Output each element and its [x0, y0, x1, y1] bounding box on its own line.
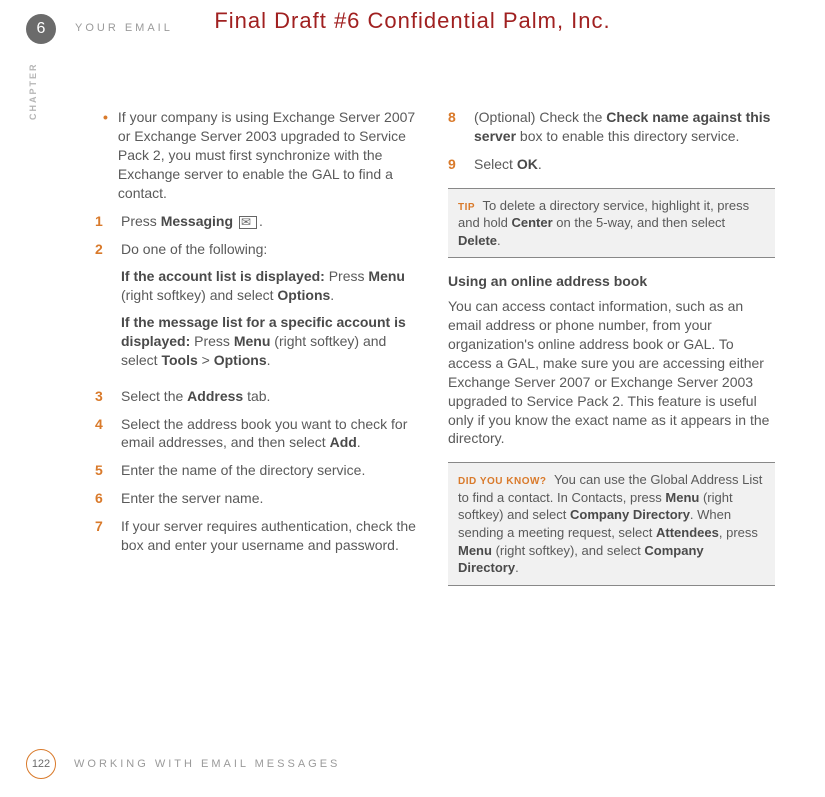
step-4: 4 Select the address book you want to ch… — [95, 415, 422, 453]
chapter-number-badge: 6 — [26, 14, 56, 44]
step-2: 2 Do one of the following: If the accoun… — [95, 240, 422, 377]
bold-text: Menu — [665, 490, 699, 505]
bold-text: Center — [512, 215, 553, 230]
step-number: 7 — [95, 517, 107, 555]
step-6: 6 Enter the server name. — [95, 489, 422, 508]
content-area: • If your company is using Exchange Serv… — [95, 108, 775, 727]
messaging-icon — [239, 216, 257, 229]
bold-text: OK — [517, 156, 538, 172]
bold-text: Add — [330, 434, 357, 450]
text: . — [267, 352, 271, 368]
step-text: If your server requires authentication, … — [121, 517, 422, 555]
step-number: 9 — [448, 155, 460, 174]
step-text: (Optional) Check the Check name against … — [474, 108, 775, 146]
section-paragraph: You can access contact information, such… — [448, 297, 775, 448]
text: Select the address book you want to chec… — [121, 416, 407, 451]
step-7: 7 If your server requires authentication… — [95, 517, 422, 555]
left-column: • If your company is using Exchange Serv… — [95, 108, 422, 727]
step-text: Select the Address tab. — [121, 387, 270, 406]
text: box to enable this directory service. — [516, 128, 739, 144]
text: . — [538, 156, 542, 172]
bold-text: Tools — [161, 352, 197, 368]
bold-text: Menu — [234, 333, 271, 349]
text: (Optional) Check the — [474, 109, 606, 125]
text: Press — [121, 213, 161, 229]
bullet-dot-icon: • — [103, 108, 108, 202]
text: , press — [719, 525, 758, 540]
text: . — [357, 434, 361, 450]
text: . — [515, 560, 519, 575]
text: . — [330, 287, 334, 303]
text: . — [497, 233, 501, 248]
step-text: Do one of the following: — [121, 240, 422, 259]
text: Select the — [121, 388, 187, 404]
text: tab. — [243, 388, 270, 404]
bold-text: Attendees — [656, 525, 719, 540]
text: Press — [325, 268, 369, 284]
tip-label: TIP — [458, 202, 475, 213]
dyk-label: DID YOU KNOW? — [458, 476, 547, 487]
header-title: YOUR EMAIL — [75, 22, 173, 34]
text: on the 5-way, and then select — [553, 215, 725, 230]
step-1: 1 Press Messaging . — [95, 212, 422, 231]
section-heading: Using an online address book — [448, 272, 775, 291]
sub-option-a: If the account list is displayed: Press … — [121, 267, 422, 305]
bullet-item: • If your company is using Exchange Serv… — [95, 108, 422, 202]
step-number: 6 — [95, 489, 107, 508]
step-number: 8 — [448, 108, 460, 146]
bold-text: If the account list is displayed: — [121, 268, 325, 284]
bold-text: Menu — [368, 268, 405, 284]
step-9: 9 Select OK. — [448, 155, 775, 174]
step-number: 4 — [95, 415, 107, 453]
page-number-badge: 122 — [26, 749, 56, 779]
step-number: 5 — [95, 461, 107, 480]
step-body: Do one of the following: If the account … — [121, 240, 422, 377]
footer-title: WORKING WITH EMAIL MESSAGES — [74, 758, 340, 770]
step-text: Press Messaging . — [121, 212, 263, 231]
tip-box: TIP To delete a directory service, highl… — [448, 188, 775, 259]
bold-text: Company Directory — [570, 507, 690, 522]
text: (right softkey) and select — [121, 287, 277, 303]
text: Press — [190, 333, 234, 349]
right-column: 8 (Optional) Check the Check name agains… — [448, 108, 775, 727]
bold-text: Messaging — [161, 213, 233, 229]
text: > — [198, 352, 214, 368]
step-3: 3 Select the Address tab. — [95, 387, 422, 406]
step-text: Select the address book you want to chec… — [121, 415, 422, 453]
chapter-side-label: CHAPTER — [28, 62, 38, 120]
sub-option-b: If the message list for a specific accou… — [121, 313, 422, 370]
bullet-text: If your company is using Exchange Server… — [118, 108, 422, 202]
bold-text: Delete — [458, 233, 497, 248]
bold-text: Menu — [458, 543, 492, 558]
footer: 122 WORKING WITH EMAIL MESSAGES — [26, 749, 340, 779]
step-text: Enter the name of the directory service. — [121, 461, 365, 480]
bold-text: Options — [277, 287, 330, 303]
bold-text: Address — [187, 388, 243, 404]
step-5: 5 Enter the name of the directory servic… — [95, 461, 422, 480]
step-8: 8 (Optional) Check the Check name agains… — [448, 108, 775, 146]
text: Select — [474, 156, 517, 172]
step-text: Enter the server name. — [121, 489, 263, 508]
step-text: Select OK. — [474, 155, 542, 174]
text: (right softkey), and select — [492, 543, 644, 558]
bold-text: Options — [214, 352, 267, 368]
did-you-know-box: DID YOU KNOW? You can use the Global Add… — [448, 462, 775, 585]
step-number: 2 — [95, 240, 107, 377]
step-number: 3 — [95, 387, 107, 406]
step-number: 1 — [95, 212, 107, 231]
text — [233, 213, 237, 229]
